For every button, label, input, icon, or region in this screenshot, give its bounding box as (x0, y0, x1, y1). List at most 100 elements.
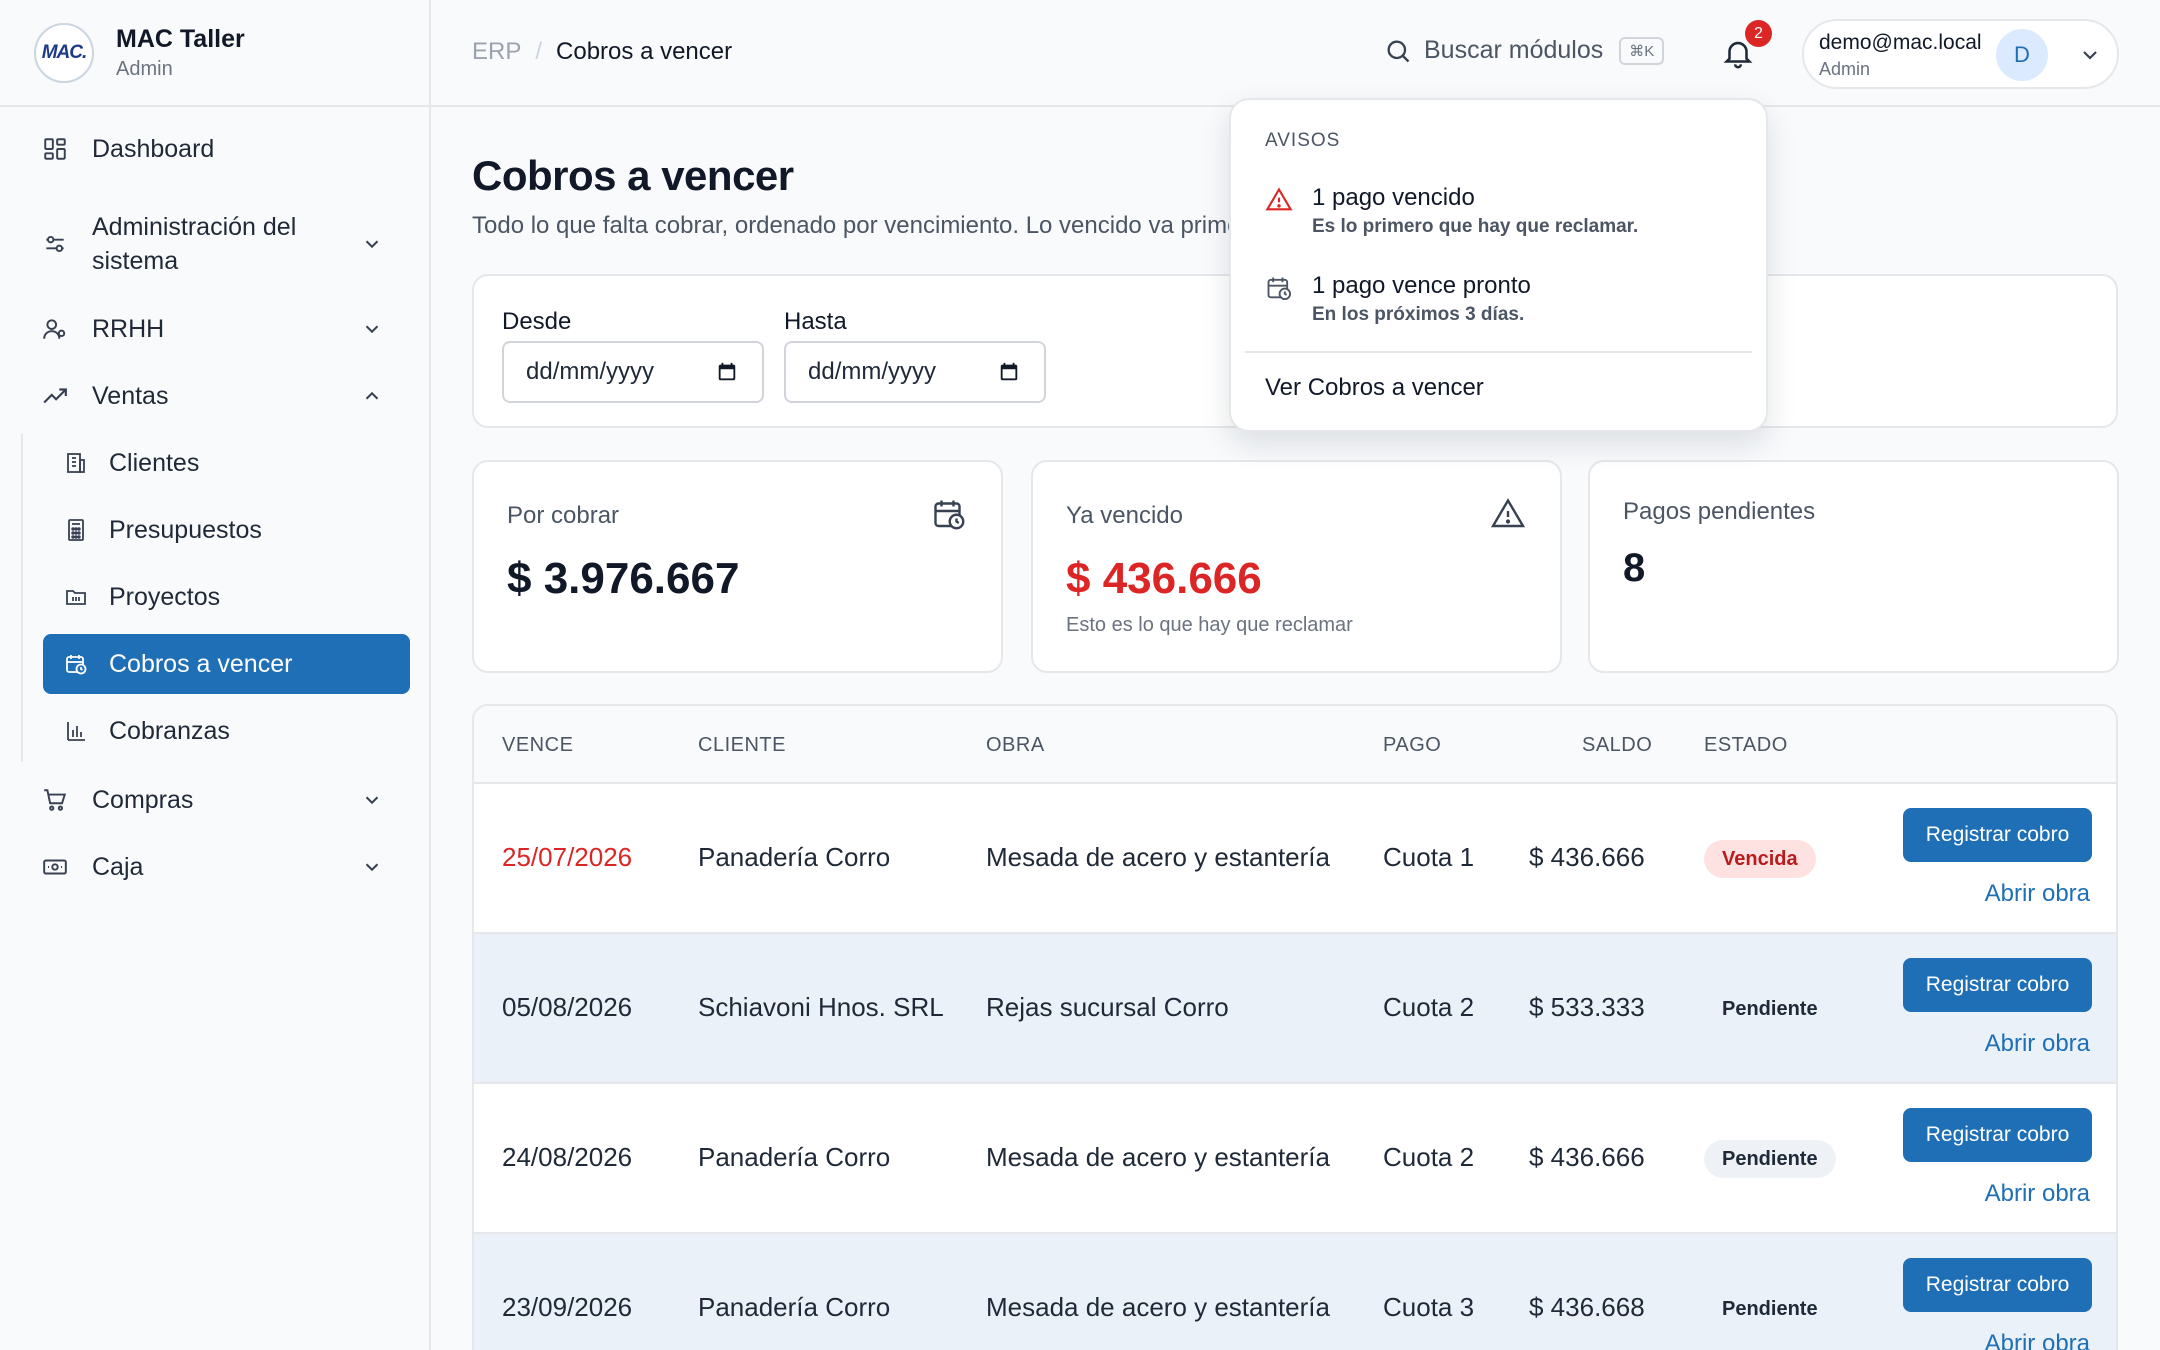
to-date-input[interactable]: dd/mm/yyyy (784, 341, 1046, 403)
building-icon (63, 450, 89, 476)
table-row: 25/07/2026 Panadería Corro Mesada de ace… (474, 784, 2116, 934)
calendar-clock-icon (934, 500, 965, 530)
chevron-down-icon (365, 240, 379, 249)
sidebar-item-rrhh[interactable]: RRHH (42, 312, 395, 346)
sidebar-subitem-label: Presupuestos (109, 515, 262, 544)
column-header-estado[interactable]: ESTADO (1704, 734, 1788, 757)
calendar-clock-icon (63, 651, 89, 677)
cell-pago: Cuota 2 (1383, 992, 1475, 1022)
divider (1245, 351, 1752, 353)
sidebar-item-caja[interactable]: Caja (42, 850, 395, 884)
column-header-vence[interactable]: VENCE (502, 734, 573, 757)
sidebar-subitem-label: Cobranzas (109, 716, 230, 745)
chevron-down-icon (2083, 51, 2097, 60)
brand-logo[interactable]: MAC. (34, 22, 94, 83)
chevron-down-icon (365, 325, 379, 334)
breadcrumb-root[interactable]: ERP (472, 38, 521, 66)
calendar-icon[interactable] (998, 361, 1020, 383)
sidebar-item-label-line1: Administración del (92, 213, 297, 241)
notification-item-overdue[interactable]: 1 pago vencido Es lo primero que hay que… (1265, 184, 1746, 244)
sidebar-item-clientes[interactable]: Clientes (43, 433, 410, 493)
sidebar-item-proyectos[interactable]: Proyectos (43, 567, 410, 627)
cell-saldo: $ 436.666 (1529, 842, 1645, 872)
column-header-cliente[interactable]: CLIENTE (698, 734, 786, 757)
chevron-down-icon (365, 863, 379, 872)
sidebar-item-presupuestos[interactable]: Presupuestos (43, 500, 410, 560)
sidebar-item-label: Caja (92, 852, 144, 881)
cell-pago: Cuota 1 (1383, 842, 1475, 872)
sidebar-item-label-line2: sistema (92, 247, 179, 275)
register-payment-button[interactable]: Registrar cobro (1903, 958, 2092, 1012)
kpi-pagos-pendientes: Pagos pendientes 8 (1588, 460, 2119, 673)
cell-vence: 05/08/2026 (502, 992, 633, 1022)
column-header-saldo[interactable]: SALDO (1582, 734, 1652, 757)
alert-triangle-icon (1265, 187, 1293, 211)
column-header-obra[interactable]: OBRA (986, 734, 1045, 757)
sidebar: MAC. MAC Taller Admin Dashboard Administ… (0, 0, 431, 1350)
cell-cliente: Panadería Corro (698, 842, 891, 872)
sidebar-item-label: Dashboard (92, 134, 215, 163)
breadcrumb-current: Cobros a vencer (556, 38, 733, 65)
chevron-up-icon (365, 391, 379, 400)
search-icon (1387, 40, 1410, 62)
calculator-icon (63, 517, 89, 543)
calendar-clock-icon (1267, 277, 1292, 301)
user-menu[interactable]: demo@mac.local Admin D (1802, 19, 2119, 89)
cell-obra: Rejas sucursal Corro (986, 992, 1229, 1022)
notification-badge: 2 (1745, 20, 1772, 47)
sidebar-item-dashboard[interactable]: Dashboard (42, 132, 395, 166)
column-header-pago[interactable]: PAGO (1383, 734, 1441, 757)
notification-item-due-soon[interactable]: 1 pago vence pronto En los próximos 3 dí… (1265, 272, 1746, 332)
cell-cliente: Panadería Corro (698, 1142, 891, 1172)
calendar-icon[interactable] (716, 361, 738, 383)
sidebar-item-administracion[interactable]: Administración del sistema (42, 209, 395, 279)
notification-title: 1 pago vencido (1312, 184, 1475, 211)
sidebar-item-label: Ventas (92, 381, 169, 410)
open-project-link[interactable]: Abrir obra (1985, 1030, 2090, 1058)
from-date-value: dd/mm/yyyy (526, 358, 655, 385)
user-email: demo@mac.local (1819, 31, 1982, 54)
table-row: 23/09/2026 Panadería Corro Mesada de ace… (474, 1234, 2116, 1350)
status-badge: Vencida (1704, 840, 1816, 878)
cell-cliente: Schiavoni Hnos. SRL (698, 992, 944, 1022)
from-label: Desde (502, 308, 572, 335)
sidebar-item-cobros-a-vencer[interactable]: Cobros a vencer (43, 634, 410, 694)
search-shortcut: ⌘K (1619, 36, 1665, 65)
trending-up-icon (42, 383, 68, 409)
status-badge: Pendiente (1704, 1140, 1836, 1178)
kpi-value: 8 (1623, 546, 1646, 590)
kpi-label: Pagos pendientes (1623, 498, 1816, 525)
sidebar-item-cobranzas[interactable]: Cobranzas (43, 701, 410, 761)
status-badge: Pendiente (1722, 997, 1818, 1020)
cell-saldo: $ 436.666 (1529, 1142, 1645, 1172)
avatar: D (1996, 29, 2048, 81)
table-row: 05/08/2026 Schiavoni Hnos. SRL Rejas suc… (474, 934, 2116, 1084)
open-project-link[interactable]: Abrir obra (1985, 1180, 2090, 1208)
breadcrumb: ERP / Cobros a vencer (472, 38, 732, 66)
submenu-line (21, 434, 23, 762)
register-payment-button[interactable]: Registrar cobro (1903, 808, 2092, 862)
sidebar-item-ventas[interactable]: Ventas (42, 379, 395, 413)
brand-role: Admin (116, 57, 173, 80)
cart-icon (42, 787, 68, 813)
page-title: Cobros a vencer (472, 152, 794, 199)
notifications-popover: AVISOS 1 pago vencido Es lo primero que … (1229, 98, 1768, 432)
open-project-link[interactable]: Abrir obra (1985, 880, 2090, 908)
from-date-input[interactable]: dd/mm/yyyy (502, 341, 764, 403)
notification-desc: En los próximos 3 días. (1312, 304, 1525, 325)
module-search[interactable]: Buscar módulos ⌘K (1384, 36, 1665, 65)
user-role: Admin (1819, 59, 1871, 79)
open-project-link[interactable]: Abrir obra (1985, 1330, 2090, 1350)
view-cobros-link[interactable]: Ver Cobros a vencer (1265, 374, 1484, 402)
register-payment-button[interactable]: Registrar cobro (1903, 1108, 2092, 1162)
kpi-value: $ 436.666 (1066, 554, 1262, 603)
dashboard-icon (42, 136, 68, 162)
notification-desc: Es lo primero que hay que reclamar. (1312, 216, 1639, 237)
sliders-icon (42, 231, 68, 257)
sidebar-subitem-label: Clientes (109, 448, 200, 477)
sidebar-item-compras[interactable]: Compras (42, 783, 395, 817)
top-header: ERP / Cobros a vencer Buscar módulos ⌘K … (431, 0, 2160, 107)
notification-title: 1 pago vence pronto (1312, 272, 1531, 299)
register-payment-button[interactable]: Registrar cobro (1903, 1258, 2092, 1312)
cell-vence: 23/09/2026 (502, 1292, 633, 1322)
